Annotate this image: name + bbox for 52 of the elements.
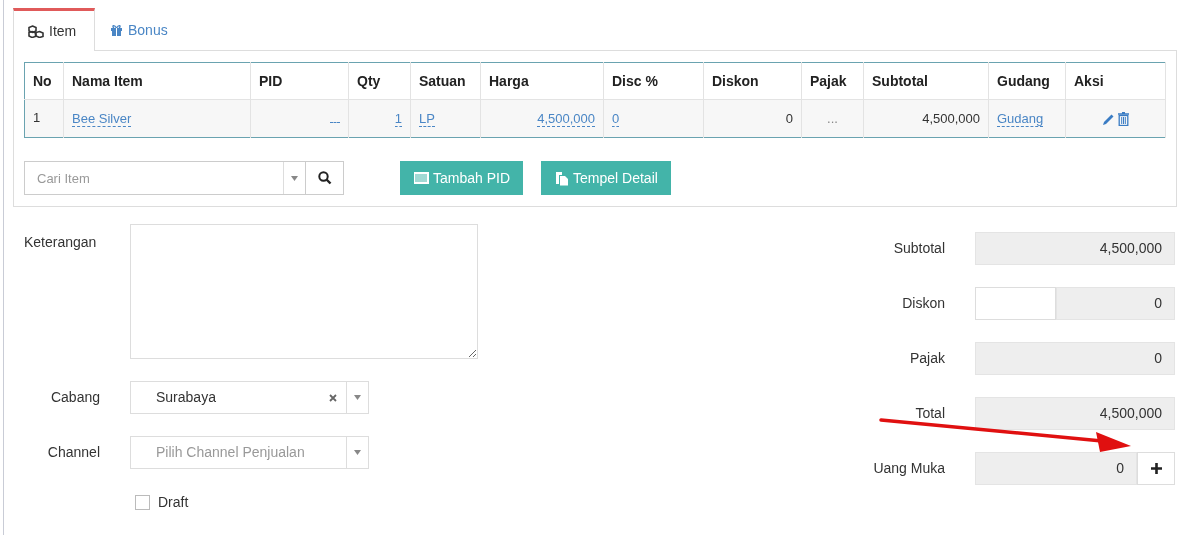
field-label: Pajak [909,349,945,368]
amount-field: 4,500,000 [975,397,1175,430]
editable-link[interactable]: Bee Silver [72,110,132,127]
column-header: Diskon [703,62,802,100]
form-label: Channel [46,443,100,462]
amount-field: 0 [975,342,1175,375]
discount-amount-field: 0 [1056,287,1175,320]
editable-link[interactable]: 0 [612,110,620,127]
column-header: Nama Item [63,62,251,100]
pencil-icon[interactable] [1101,112,1115,126]
plus-icon [1150,463,1162,474]
form-label: Cabang [49,388,100,407]
field-label: Diskon [902,294,945,313]
branch-select[interactable]: Surabaya [130,381,369,414]
notes-field[interactable] [130,224,478,359]
table-cell: 4,500,000 [863,99,989,138]
tab[interactable]: Item [13,8,95,51]
add-button[interactable] [1137,452,1175,485]
editable-link[interactable]: 1 [394,110,402,127]
channel-select[interactable]: Pilih Channel Penjualan [130,436,369,469]
table-cell: 0 [703,99,802,138]
column-header: Pajak [801,62,864,100]
trash-icon[interactable] [1118,112,1130,127]
column-header: Disc % [603,62,704,100]
table-cell: 1 [24,99,64,138]
column-header: Harga [480,62,604,100]
column-header: PID [250,62,349,100]
form-label: Keterangan [24,233,98,252]
table-cell: ... [801,99,864,138]
column-header: No [24,62,64,100]
column-header: Gudang [988,62,1066,100]
column-header: Satuan [410,62,481,100]
checkbox[interactable] [135,495,150,510]
discount-percent-field[interactable] [975,287,1056,320]
search-icon [317,171,332,185]
field-label: Total [915,404,945,423]
checkbox-label: Draft [158,493,189,512]
amount-field: 0 [975,452,1137,485]
amount-field: 4,500,000 [975,232,1175,265]
column-header: Aksi [1065,62,1166,100]
tab[interactable]: Bonus [95,8,183,51]
column-header: Subtotal [863,62,989,100]
field-label: Uang Muka [873,459,945,478]
search-button[interactable] [306,161,344,195]
field-label: Subtotal [893,239,945,258]
cubes-icon [28,24,44,38]
toolbar-button[interactable]: Tambah PID [400,161,524,195]
column-header: Qty [348,62,411,100]
gift-icon [110,24,123,36]
paste-icon [555,170,570,186]
editable-link[interactable]: LP [419,110,435,127]
toolbar-button[interactable]: Tempel Detail [541,161,671,195]
